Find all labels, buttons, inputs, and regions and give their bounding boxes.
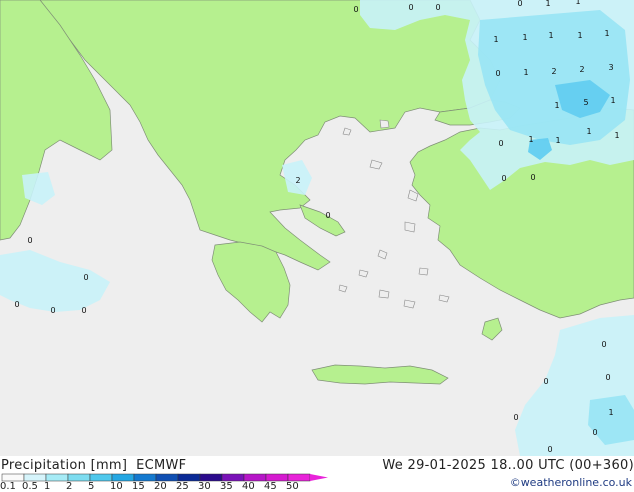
precip-value-label: 1 xyxy=(522,33,527,42)
precip-value-label: 1 xyxy=(523,68,528,77)
legend-swatch xyxy=(1,473,25,482)
precip-value-label: 2 xyxy=(295,176,300,185)
legend-swatch xyxy=(243,473,267,482)
legend-tick-label: 25 xyxy=(176,481,189,492)
legend-tick-label: 30 xyxy=(198,481,211,492)
precip-value-label: 0 xyxy=(81,306,86,315)
legend-swatch xyxy=(67,473,91,482)
precip-value-label: 3 xyxy=(608,63,613,72)
precip-value-label: 0 xyxy=(27,236,32,245)
precipitation-map[interactable]: 0 0 0 0 1 1 1 1 1 1 1 0 1 2 2 3 1 1 5 1 1 0 1 1 0 0 2 0 0 0 0 0 0 0 0 0 1 0 0 0 xyxy=(0,0,634,456)
precip-value-label: 0 xyxy=(498,139,503,148)
precip-value-label: 1 xyxy=(545,0,550,8)
legend-swatch xyxy=(265,473,289,482)
precip-value-label: 0 xyxy=(501,174,506,183)
site-credit[interactable]: ©weatheronline.co.uk xyxy=(510,476,632,489)
precip-value-label: 1 xyxy=(554,101,559,110)
precip-value-label: 1 xyxy=(493,35,498,44)
precip-value-label: 0 xyxy=(50,306,55,315)
precip-value-label: 1 xyxy=(586,127,591,136)
precip-value-label: 0 xyxy=(543,377,548,386)
legend-swatch xyxy=(199,473,223,482)
legend-swatch xyxy=(155,473,179,482)
map-title: Precipitation [mm] ECMWF xyxy=(1,458,187,473)
legend-tick-label: 45 xyxy=(264,481,277,492)
legend-tick-label: 0.1 xyxy=(0,481,16,492)
legend-swatch xyxy=(45,473,69,482)
legend-tick-label: 1 xyxy=(44,481,51,492)
precip-value-label: 0 xyxy=(530,173,535,182)
precip-value-label: 2 xyxy=(579,65,584,74)
precip-value-label: 0 xyxy=(408,3,413,12)
legend-swatch xyxy=(287,473,311,482)
precip-value-label: 1 xyxy=(528,135,533,144)
precip-value-label: 1 xyxy=(548,31,553,40)
legend-swatch xyxy=(133,473,157,482)
precip-value-label: 0 xyxy=(83,273,88,282)
precip-value-label: 0 xyxy=(547,445,552,454)
precip-value-label: 0 xyxy=(601,340,606,349)
precip-value-label: 0 xyxy=(592,428,597,437)
legend-swatch xyxy=(177,473,201,482)
precip-value-label: 5 xyxy=(583,98,588,107)
legend-tick-label: 40 xyxy=(242,481,255,492)
legend-tick-label: 50 xyxy=(286,481,299,492)
precip-value-label: 1 xyxy=(577,31,582,40)
precip-value-label: 0 xyxy=(513,413,518,422)
valid-time: We 29-01-2025 18..00 UTC (00+360) xyxy=(382,458,634,473)
precip-value-label: 0 xyxy=(325,211,330,220)
precip-value-label: 0 xyxy=(353,5,358,14)
legend-tick-label: 35 xyxy=(220,481,233,492)
legend-arrow xyxy=(310,474,328,481)
legend-tick-label: 2 xyxy=(66,481,73,492)
legend-tick-label: 5 xyxy=(88,481,95,492)
precip-value-label: 1 xyxy=(614,131,619,140)
precip-value-label: 2 xyxy=(551,67,556,76)
precip-value-label: 0 xyxy=(605,373,610,382)
legend-tick-label: 20 xyxy=(154,481,167,492)
legend-swatch xyxy=(221,473,245,482)
precip-value-label: 1 xyxy=(608,408,613,417)
precip-value-label: 0 xyxy=(14,300,19,309)
legend-tick-label: 10 xyxy=(110,481,123,492)
precip-value-label: 0 xyxy=(517,0,522,8)
legend-swatch xyxy=(89,473,113,482)
legend-swatch xyxy=(23,473,47,482)
precip-value-label: 0 xyxy=(435,3,440,12)
legend-swatch xyxy=(111,473,135,482)
precip-value-label: 1 xyxy=(610,96,615,105)
precip-value-label: 1 xyxy=(575,0,580,6)
legend-tick-label: 0.5 xyxy=(22,481,38,492)
precip-value-label: 1 xyxy=(604,29,609,38)
precip-value-label: 0 xyxy=(495,69,500,78)
precip-value-label: 1 xyxy=(555,136,560,145)
legend-tick-label: 15 xyxy=(132,481,145,492)
